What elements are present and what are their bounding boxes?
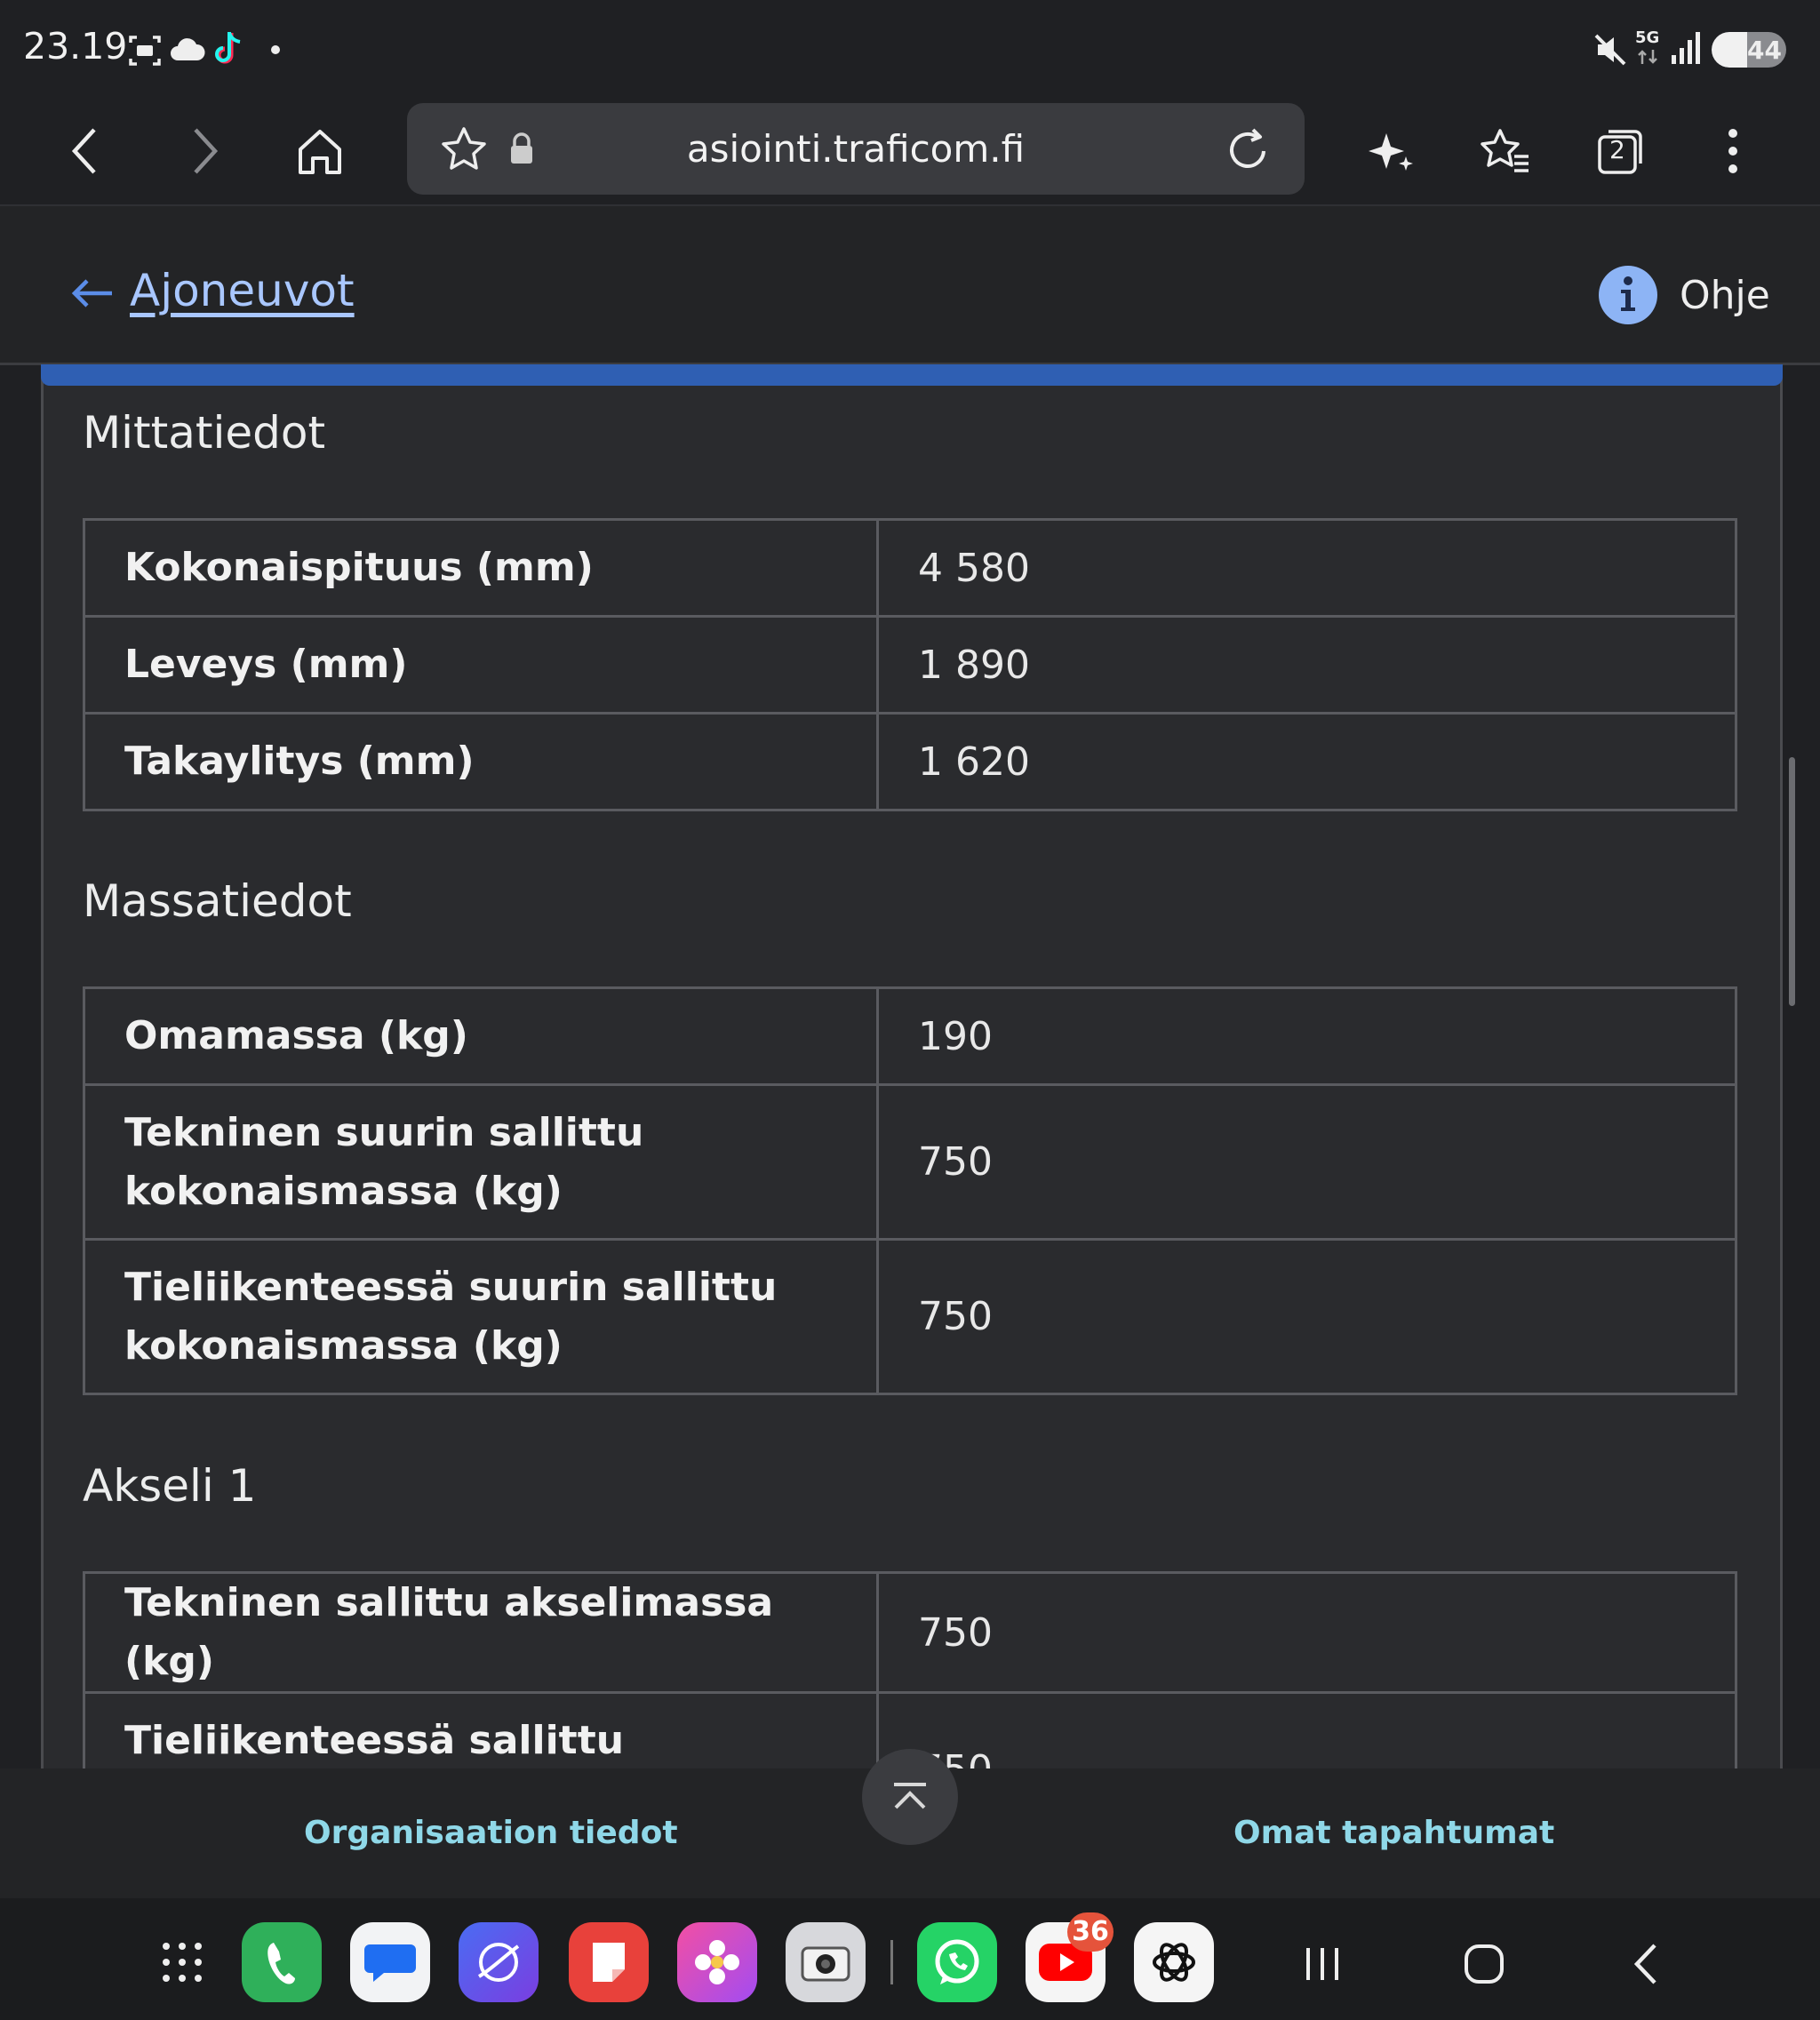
network-type: 5G [1635,28,1660,47]
table-row: Tieliikenteessä suurin sallittu kokonais… [83,1238,1737,1395]
apps-grid-icon[interactable] [142,1922,222,2002]
table-row: Tekninen sallittu akselimassa (kg) 750 [83,1571,1737,1694]
row-value: 1 620 [876,712,1737,811]
gallery-icon[interactable] [677,1922,757,2002]
scroll-to-top-button[interactable] [862,1749,958,1845]
signal-icon [1672,32,1700,64]
mute-icon [1594,34,1626,66]
row-label: Leveys (mm) [83,615,879,715]
help-label: Ohje [1680,272,1770,318]
row-value: 1 890 [876,615,1737,715]
row-label: Takaylitys (mm) [83,712,879,811]
table-row: Kokonaispituus (mm) 4 580 [83,518,1737,618]
messages-icon[interactable] [350,1922,430,2002]
section-title-massatiedot: Massatiedot [83,875,352,927]
camera-icon[interactable] [786,1922,866,2002]
sparkle-icon [1369,133,1413,171]
row-value: 750 [876,1571,1737,1694]
organisaation-tiedot-link[interactable]: Organisaation tiedot [304,1815,678,1851]
tabs-button[interactable]: 2 [1585,119,1656,183]
status-bar: 23.19 5G 44 [0,0,1820,100]
help-button[interactable]: Ohje [1598,265,1770,325]
chevron-left-icon [71,128,96,174]
row-label: Tekninen sallittu akselimassa (kg) [83,1571,879,1694]
browser-home-button[interactable] [284,119,355,183]
recents-icon [1306,1948,1338,1980]
omat-tapahtumat-link[interactable]: Omat tapahtumat [1233,1815,1554,1851]
notification-dot [271,45,280,54]
system-home-button[interactable] [1457,1937,1511,1991]
status-time: 23.19 [23,25,128,68]
massatiedot-table: Omamassa (kg) 190 Tekninen suurin sallitt… [83,986,1737,1395]
row-label: Tekninen suurin sallittu kokonaismassa (… [83,1083,879,1241]
table-row: Omamassa (kg) 190 [83,986,1737,1086]
cloud-icon [171,38,205,60]
back-link-ajoneuvot[interactable]: Ajoneuvot [130,265,355,316]
table-row: Takaylitys (mm) 1 620 [83,712,1737,811]
bookmarks-button[interactable] [1470,119,1541,183]
home-icon [299,130,341,174]
tiktok-icon [215,32,241,64]
bookmarks-list-icon [1481,129,1529,172]
system-back-button[interactable] [1619,1937,1672,1991]
row-label: Kokonaispituus (mm) [83,518,879,618]
card-accent-bar [41,364,1783,386]
address-bar[interactable]: asiointi.traficom.fi [407,103,1305,195]
browser-forward-button[interactable] [169,119,240,183]
back-chevron-icon [1633,1944,1656,1984]
screenshot-icon [129,36,161,66]
browser-icon[interactable] [459,1922,539,2002]
page-scrollbar[interactable] [1789,757,1795,1006]
section-title-akseli-1: Akseli 1 [83,1460,257,1512]
arrow-left-icon[interactable] [69,277,114,309]
row-value: 190 [876,986,1737,1086]
home-circle-icon [1465,1944,1504,1984]
chatgpt-icon[interactable] [1134,1922,1214,2002]
phone-icon[interactable] [242,1922,322,2002]
notes-icon[interactable] [569,1922,649,2002]
browser-back-button[interactable] [50,119,121,183]
row-value: 4 580 [876,518,1737,618]
row-label: Tieliikenteessä suurin sallittu kokonais… [83,1238,879,1395]
url-text[interactable]: asiointi.traficom.fi [407,127,1305,171]
battery-icon: 44 [1712,32,1786,68]
arrow-up-to-top-icon [894,1783,926,1809]
table-row: Leveys (mm) 1 890 [83,615,1737,715]
browser-menu-button[interactable] [1697,119,1768,183]
tab-count: 2 [1609,135,1625,164]
ai-assistant-button[interactable] [1356,119,1427,183]
info-icon [1599,266,1657,324]
data-arrows-icon [1638,50,1657,64]
mittatiedot-table: Kokonaispituus (mm) 4 580 Leveys (mm) 1 89… [83,518,1737,811]
battery-level: 44 [1747,36,1782,65]
recent-apps-button[interactable] [1296,1937,1349,1991]
row-label: Omamassa (kg) [83,986,879,1086]
youtube-notification-badge: 36 [1067,1912,1114,1952]
table-row: Tekninen suurin sallittu kokonaismassa (… [83,1083,1737,1241]
dock-divider [890,1940,893,1984]
section-title-mittatiedot: Mittatiedot [83,407,326,459]
chevron-right-icon [194,128,219,174]
reload-icon[interactable] [1223,124,1273,174]
whatsapp-icon[interactable] [917,1922,997,2002]
more-vertical-icon [1728,129,1737,173]
row-value: 750 [876,1083,1737,1241]
row-value: 750 [876,1238,1737,1395]
